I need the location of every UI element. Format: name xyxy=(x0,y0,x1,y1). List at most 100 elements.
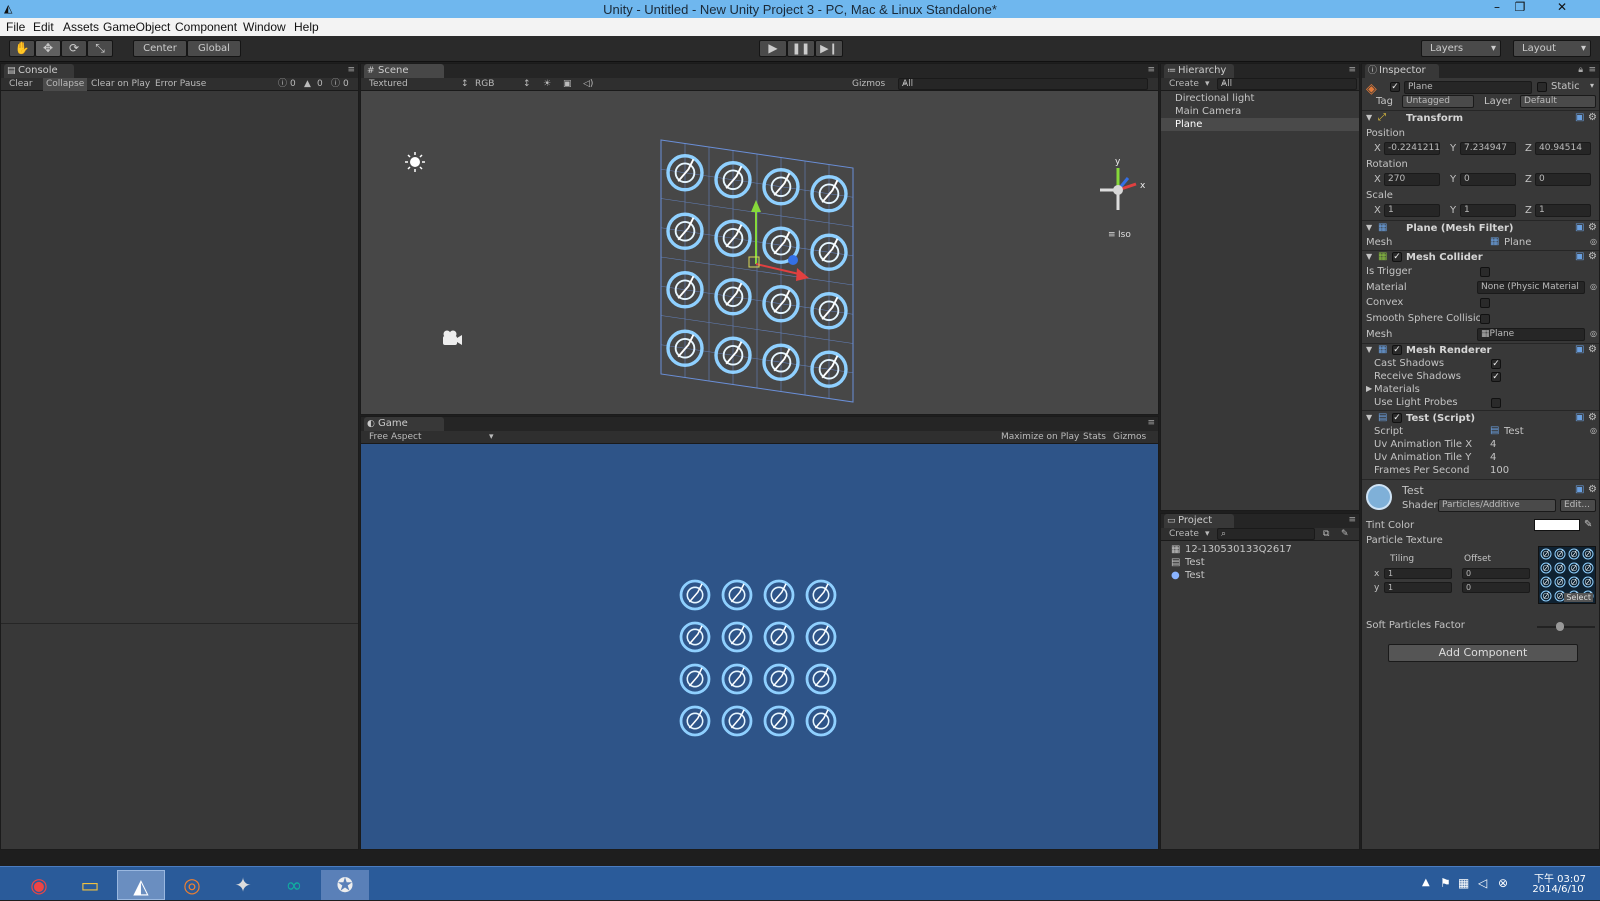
panel-menu-icon[interactable]: ≡ xyxy=(1348,515,1356,525)
console-clear-button[interactable]: Clear xyxy=(9,78,33,91)
tiling-x-field[interactable]: 1 xyxy=(1384,568,1452,579)
uv-tile-y-value[interactable]: 4 xyxy=(1490,452,1496,463)
menu-help[interactable]: Help xyxy=(294,20,319,34)
info-icon[interactable]: ⓘ xyxy=(278,78,287,91)
help-icon[interactable]: ▣ xyxy=(1575,112,1584,123)
help-icon[interactable]: ▣ xyxy=(1575,344,1584,355)
scale-z-field[interactable]: 1 xyxy=(1535,204,1591,217)
hierarchy-search-input[interactable]: ⌕ All xyxy=(1217,78,1357,90)
close-icon[interactable]: ✕ xyxy=(1534,0,1590,14)
particle-texture-thumbnail[interactable]: Select xyxy=(1538,546,1596,604)
stats-button[interactable]: Stats xyxy=(1083,431,1106,444)
scene-viewport[interactable]: y x ≡ Iso xyxy=(361,92,1158,414)
network-icon[interactable]: ▦ xyxy=(1458,876,1469,890)
rotation-x-field[interactable]: 270 xyxy=(1384,173,1440,186)
gear-icon[interactable]: ⚙ xyxy=(1588,412,1597,423)
eyedropper-icon[interactable]: ✎ xyxy=(1584,519,1592,530)
shader-dropdown[interactable]: Particles/Additive xyxy=(1438,499,1556,512)
offset-x-field[interactable]: 0 xyxy=(1462,568,1530,579)
project-item-script[interactable]: Test xyxy=(1185,557,1205,568)
clock-time[interactable]: 下午 03:07 xyxy=(1530,870,1590,885)
filter-type-icon[interactable]: ⧉ xyxy=(1323,528,1329,541)
scale-x-field[interactable]: 1 xyxy=(1384,204,1440,217)
orientation-gizmo[interactable]: y x xyxy=(1100,157,1146,210)
materials-foldout[interactable]: Materials xyxy=(1374,384,1420,395)
rotate-tool-icon[interactable]: ⟳ xyxy=(61,40,87,57)
file-explorer-icon[interactable]: ▭ xyxy=(66,870,114,900)
add-component-button[interactable]: Add Component xyxy=(1388,644,1578,662)
gizmos-dropdown[interactable]: Gizmos xyxy=(852,78,885,91)
scale-tool-icon[interactable]: ⤡ xyxy=(87,40,113,57)
pause-icon[interactable]: ❚❚ xyxy=(787,40,815,57)
gear-icon[interactable]: ⚙ xyxy=(1588,344,1597,355)
restore-icon[interactable]: ❐ xyxy=(1508,0,1532,14)
game-gizmos-button[interactable]: Gizmos xyxy=(1113,431,1146,444)
lock-icon[interactable]: 🔒︎ xyxy=(1578,65,1583,75)
soft-particles-slider-handle[interactable] xyxy=(1556,622,1564,631)
help-icon[interactable]: ▣ xyxy=(1575,412,1584,423)
help-icon[interactable]: ▣ xyxy=(1575,222,1584,233)
foldout-arrow-icon[interactable]: ▶ xyxy=(1366,384,1372,393)
play-icon[interactable]: ▶ xyxy=(759,40,787,57)
console-collapse-button[interactable]: Collapse xyxy=(43,78,88,91)
hierarchy-create-button[interactable]: Create xyxy=(1169,78,1199,91)
unity-taskbar-icon[interactable]: ◭ xyxy=(117,870,165,900)
foldout-arrow-icon[interactable]: ▼ xyxy=(1366,113,1372,122)
static-checkbox[interactable] xyxy=(1537,82,1547,92)
project-search-input[interactable]: ⌕ xyxy=(1217,528,1315,540)
receive-shadows-checkbox[interactable]: ✓ xyxy=(1491,372,1501,382)
help-icon[interactable]: ▣ xyxy=(1575,251,1584,262)
move-tool-icon[interactable]: ✥ xyxy=(35,40,61,57)
sun-icon[interactable] xyxy=(405,152,425,172)
transform-header[interactable]: Transform xyxy=(1406,113,1463,124)
tab-inspector[interactable]: ⓘ Inspector xyxy=(1365,64,1439,78)
panel-menu-icon[interactable]: ≡ xyxy=(1348,65,1356,75)
position-y-field[interactable]: 7.234947 xyxy=(1460,142,1516,155)
hierarchy-item-directional-light[interactable]: Directional light xyxy=(1175,93,1254,104)
project-item-material[interactable]: Test xyxy=(1185,570,1205,581)
menu-window[interactable]: Window xyxy=(243,20,286,34)
render-mode-dropdown[interactable]: Textured xyxy=(369,78,408,91)
object-picker-icon[interactable]: ◎ xyxy=(1590,426,1597,435)
menu-edit[interactable]: Edit xyxy=(33,20,54,34)
menu-gameobject[interactable]: GameObject xyxy=(103,20,170,34)
chevron-down-icon[interactable]: ▾ xyxy=(1590,81,1594,90)
blender-icon[interactable]: ◎ xyxy=(168,870,216,900)
position-z-field[interactable]: 40.94514 xyxy=(1535,142,1591,155)
menu-component[interactable]: Component xyxy=(175,20,237,34)
step-icon[interactable]: ▶❙ xyxy=(815,40,843,57)
image-toggle-icon[interactable]: ▣ xyxy=(563,78,572,91)
gear-icon[interactable]: ⚙ xyxy=(1588,222,1597,233)
pivot-center-button[interactable]: Center xyxy=(133,40,187,57)
foldout-arrow-icon[interactable]: ▼ xyxy=(1366,223,1372,232)
camera-icon[interactable] xyxy=(443,330,462,346)
tab-game[interactable]: ◐ Game xyxy=(364,417,444,431)
cast-shadows-checkbox[interactable]: ✓ xyxy=(1491,359,1501,369)
menu-assets[interactable]: Assets xyxy=(63,20,99,34)
script-header[interactable]: Test (Script) xyxy=(1406,413,1475,424)
tab-scene[interactable]: # Scene xyxy=(364,64,444,78)
gear-icon[interactable]: ⚙ xyxy=(1588,484,1597,495)
active-checkbox[interactable]: ✓ xyxy=(1390,82,1400,92)
tab-hierarchy[interactable]: ≔ Hierarchy xyxy=(1164,64,1234,78)
project-item-texture[interactable]: 12-130530133Q2617 xyxy=(1185,544,1292,555)
action-center-icon[interactable]: ⚑ xyxy=(1440,876,1451,890)
uv-tile-x-value[interactable]: 4 xyxy=(1490,439,1496,450)
gear-icon[interactable]: ⚙ xyxy=(1588,251,1597,262)
console-clear-on-play-button[interactable]: Clear on Play xyxy=(91,78,150,91)
rgb-dropdown[interactable]: RGB xyxy=(475,78,494,91)
panel-menu-icon[interactable]: ≡ xyxy=(347,65,355,75)
hierarchy-selected-row[interactable]: Plane xyxy=(1161,118,1359,131)
warning-icon[interactable]: ▲ xyxy=(304,78,311,91)
menu-file[interactable]: File xyxy=(6,20,25,34)
gimp-icon[interactable]: ✦ xyxy=(219,870,267,900)
help-icon[interactable]: ▣ xyxy=(1575,484,1584,495)
smooth-sphere-checkbox[interactable] xyxy=(1480,314,1490,324)
hand-tool-icon[interactable]: ✋ xyxy=(9,40,35,57)
scale-y-field[interactable]: 1 xyxy=(1460,204,1516,217)
collider-mesh-field[interactable]: ▦Plane xyxy=(1477,328,1585,341)
convex-checkbox[interactable] xyxy=(1480,298,1490,308)
foldout-arrow-icon[interactable]: ▼ xyxy=(1366,252,1372,261)
texture-select-button[interactable]: Select xyxy=(1564,593,1593,602)
show-hidden-icons[interactable]: ▲ xyxy=(1422,877,1430,888)
